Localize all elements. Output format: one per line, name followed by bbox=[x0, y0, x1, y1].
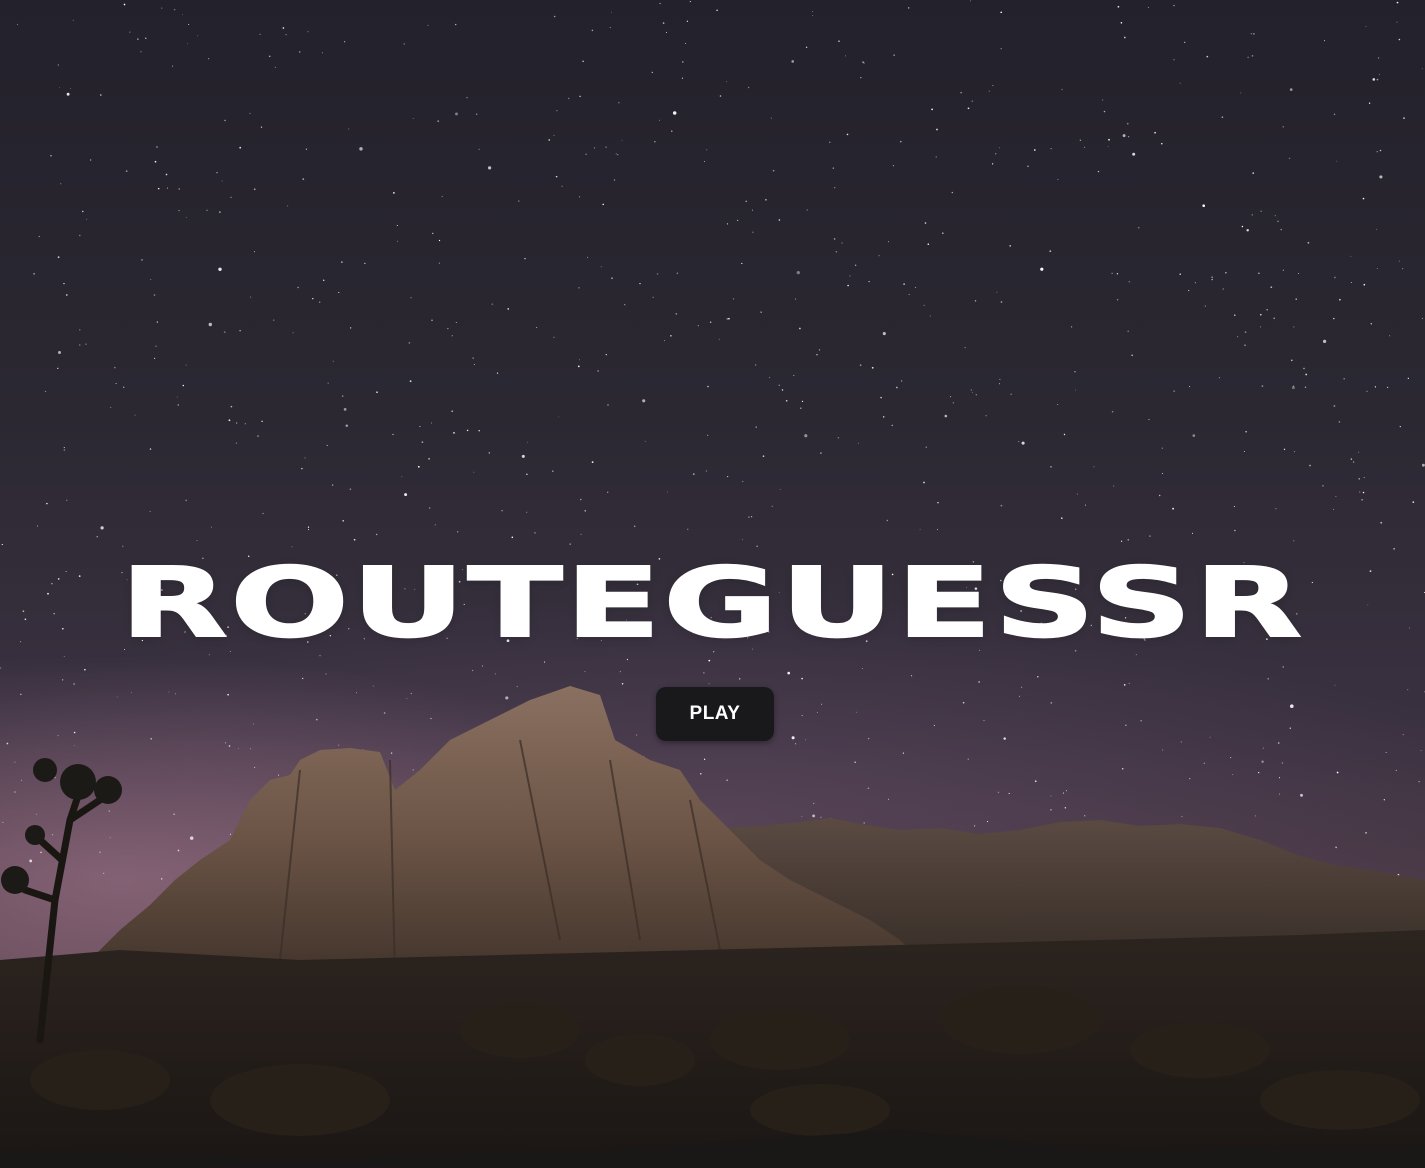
site-title: ROUTEGUESSR bbox=[119, 547, 1305, 659]
landing-page: ROUTEGUESSR PLAY bbox=[0, 0, 1425, 1168]
play-button[interactable]: PLAY bbox=[656, 687, 774, 741]
hero-section: ROUTEGUESSR bbox=[0, 547, 1425, 659]
